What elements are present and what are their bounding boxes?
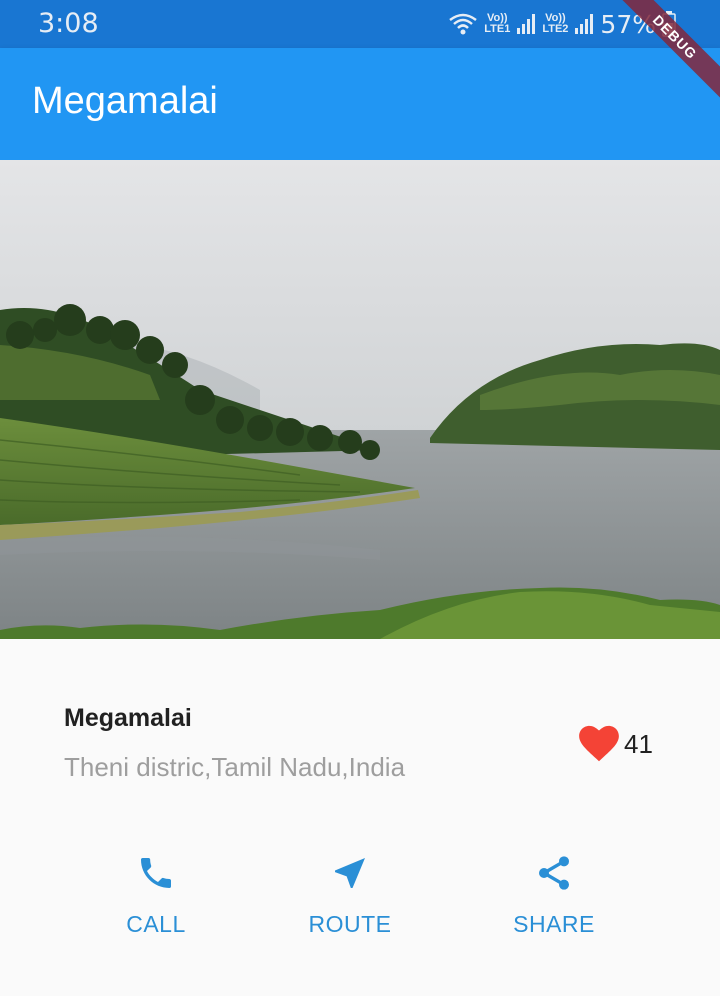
call-button[interactable]: CALL: [86, 849, 226, 938]
sim2-indicator: Vo)) LTE2: [542, 13, 568, 35]
navigation-icon[interactable]: [330, 853, 370, 893]
phone-icon[interactable]: [136, 853, 176, 893]
sim1-indicator: Vo)) LTE1: [484, 13, 510, 35]
battery-icon: [662, 11, 676, 37]
place-location: Theni distric,Tamil Nadu,India: [64, 752, 406, 782]
heart-icon[interactable]: [578, 725, 620, 763]
route-label: ROUTE: [308, 911, 392, 937]
status-time: 3:08: [38, 8, 99, 39]
favorite-toggle[interactable]: 41: [578, 725, 653, 763]
app-bar: Megamalai: [0, 48, 720, 160]
route-button[interactable]: ROUTE: [280, 849, 420, 938]
status-bar: 3:08 Vo)) LTE1 Vo)) LTE2 57%: [0, 0, 720, 48]
landscape-photo: [0, 160, 720, 639]
place-name: Megamalai: [64, 704, 192, 732]
signal-icon: [517, 14, 536, 34]
favorite-count: 41: [624, 728, 653, 759]
call-label: CALL: [126, 911, 186, 937]
page-title: Megamalai: [32, 80, 218, 122]
wifi-icon: [449, 13, 478, 35]
share-icon[interactable]: [534, 853, 574, 893]
place-info-card: Megamalai Theni distric,Tamil Nadu,India…: [0, 639, 720, 996]
share-label: SHARE: [513, 911, 595, 937]
hero-image: [0, 160, 720, 639]
share-button[interactable]: SHARE: [484, 849, 624, 938]
signal-icon: [575, 14, 594, 34]
sim1-label: LTE1: [484, 23, 511, 35]
status-icons: Vo)) LTE1 Vo)) LTE2 57%: [448, 6, 676, 42]
sim2-label: LTE2: [542, 23, 569, 35]
battery-percent: 57%: [600, 9, 656, 39]
action-row: CALL ROUTE SHARE: [0, 849, 720, 949]
